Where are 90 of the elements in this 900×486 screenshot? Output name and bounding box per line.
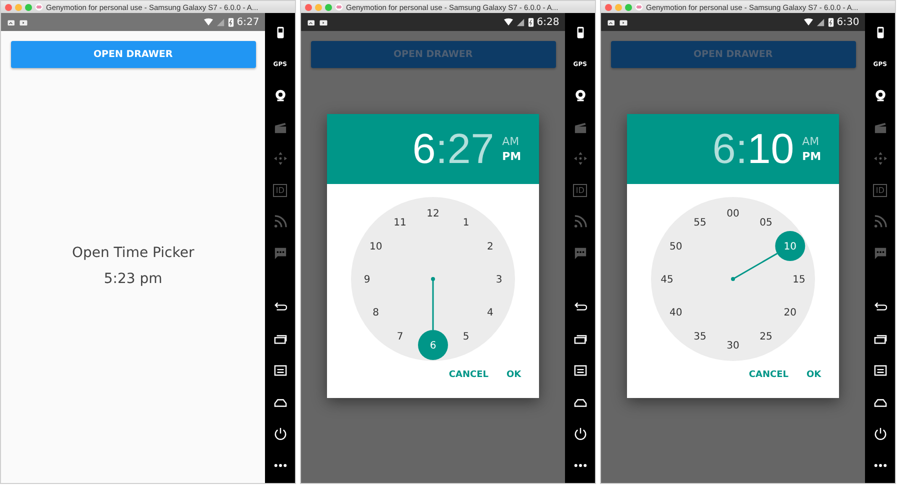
status-time: 6:30 (836, 16, 860, 28)
dial-number[interactable]: 10 (784, 242, 797, 252)
menu-icon[interactable] (874, 364, 887, 378)
time-value: 5:23 pm (104, 270, 162, 286)
signal-icon (816, 18, 825, 26)
clapperboard-icon[interactable] (874, 120, 887, 134)
dial-number[interactable]: 1 (462, 217, 470, 228)
message-icon[interactable] (274, 246, 287, 260)
dial-number[interactable]: 45 (660, 274, 674, 286)
time-separator: : (736, 128, 748, 170)
cancel-button[interactable]: CANCEL (442, 366, 494, 384)
rss-icon[interactable] (274, 215, 287, 228)
dial-number[interactable]: 40 (670, 308, 682, 318)
photo-notification-icon (7, 18, 16, 26)
open-time-picker-label[interactable]: Open Time Picker (72, 244, 194, 260)
power-icon[interactable] (874, 427, 887, 440)
clock-face[interactable] (651, 197, 816, 361)
ok-button[interactable]: OK (500, 366, 528, 384)
dial-number[interactable]: 6 (430, 340, 436, 352)
infinity-logo-icon (35, 3, 43, 11)
dial-number[interactable]: 00 (726, 208, 740, 220)
battery-icon (228, 17, 234, 27)
photo-notification-icon (607, 18, 616, 26)
dial-number[interactable]: 25 (760, 332, 772, 343)
clapperboard-icon[interactable] (274, 120, 287, 134)
rss-icon[interactable] (874, 215, 887, 228)
status-time: 6:28 (536, 16, 560, 28)
dial-number[interactable]: 20 (784, 308, 797, 318)
webcam-icon[interactable] (874, 89, 887, 102)
dial-number[interactable]: 8 (372, 308, 380, 318)
dial-number[interactable]: 2 (487, 242, 494, 252)
dial-number[interactable]: 35 (694, 332, 706, 343)
battery-icon (828, 17, 834, 27)
move-arrows-icon[interactable] (574, 152, 587, 166)
dial-number[interactable]: 55 (694, 217, 706, 228)
message-icon[interactable] (874, 246, 887, 260)
photo-notification-icon (307, 18, 316, 26)
briefcase-notification-icon (319, 18, 328, 26)
move-arrows-icon[interactable] (274, 152, 287, 166)
dial-number[interactable]: 5 (462, 332, 470, 343)
dial-number[interactable]: 10 (370, 242, 382, 252)
close-button[interactable] (305, 4, 312, 10)
close-button[interactable] (5, 4, 12, 10)
dial-number[interactable]: 4 (487, 308, 494, 318)
wifi-icon (504, 18, 513, 26)
cancel-button[interactable]: CANCEL (742, 366, 794, 384)
battery-icon (528, 17, 534, 27)
infinity-logo-icon (635, 3, 643, 11)
signal-icon (216, 18, 225, 26)
status-time: 6:27 (236, 16, 260, 28)
menu-icon[interactable] (574, 364, 587, 378)
dial-number[interactable]: 9 (364, 274, 370, 286)
webcam-icon[interactable] (574, 89, 587, 102)
menu-icon[interactable] (274, 364, 287, 378)
dial-number[interactable]: 15 (792, 274, 806, 286)
dial-number[interactable]: 30 (726, 340, 740, 352)
dial-number[interactable]: 3 (496, 274, 502, 286)
clock-hand (431, 277, 436, 330)
briefcase-notification-icon (619, 18, 628, 26)
recent-apps-icon[interactable] (574, 332, 587, 346)
clock-face[interactable] (351, 197, 516, 361)
dial-number[interactable]: 11 (394, 217, 406, 228)
ok-button[interactable]: OK (800, 366, 828, 384)
clock-hand (731, 252, 778, 281)
power-icon[interactable] (274, 427, 287, 440)
clapperboard-icon[interactable] (574, 120, 587, 134)
recent-apps-icon[interactable] (874, 332, 887, 346)
rss-icon[interactable] (574, 215, 587, 228)
close-button[interactable] (605, 4, 612, 10)
dial-number[interactable]: 50 (670, 242, 682, 252)
power-icon[interactable] (574, 427, 587, 440)
selected-value-marker[interactable] (775, 231, 806, 261)
selected-value-marker[interactable] (418, 330, 448, 360)
dial-number[interactable]: 05 (760, 217, 772, 228)
dial-number[interactable]: 12 (426, 208, 440, 220)
hour-display[interactable]: 6 (412, 128, 436, 170)
webcam-icon[interactable] (274, 89, 287, 102)
message-icon[interactable] (574, 246, 587, 260)
recent-apps-icon[interactable] (274, 332, 287, 346)
wifi-icon (804, 18, 813, 26)
wifi-icon (204, 18, 213, 26)
move-arrows-icon[interactable] (874, 152, 887, 166)
minute-display[interactable]: 10 (747, 128, 794, 170)
time-separator: : (436, 128, 448, 170)
infinity-logo-icon (335, 3, 343, 11)
period-option[interactable]: PM (502, 150, 522, 163)
period-option[interactable]: PM (802, 150, 822, 163)
dial-number[interactable]: 7 (396, 332, 404, 343)
briefcase-notification-icon (19, 18, 28, 26)
signal-icon (516, 18, 525, 26)
